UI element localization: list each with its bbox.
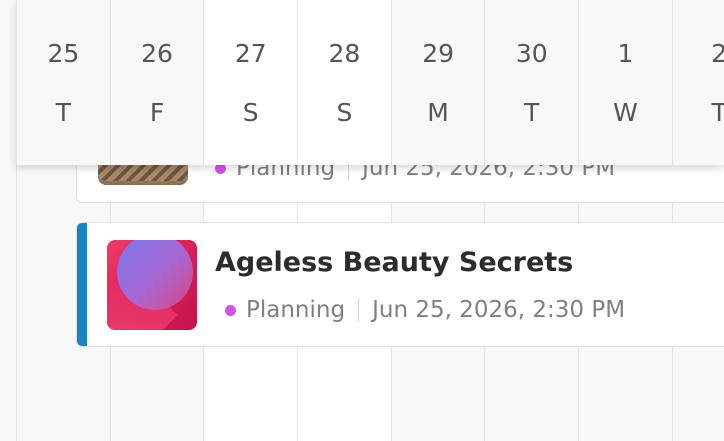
- weekday-letter: S: [336, 98, 353, 127]
- date-cell[interactable]: 30 T: [484, 0, 579, 165]
- weekday-letter: F: [149, 98, 165, 127]
- date-cell[interactable]: 1 W: [578, 0, 672, 165]
- event-meta: Planning Jun 25, 2026, 2:30 PM: [225, 297, 625, 323]
- event-card[interactable]: Ageless Beauty Secrets Planning Jun 25, …: [76, 222, 724, 347]
- weekday-letter: T: [711, 98, 724, 127]
- date-cell[interactable]: 29 M: [390, 0, 485, 165]
- date-cell[interactable]: 26 F: [109, 0, 204, 165]
- date-cell[interactable]: 2 T: [671, 0, 724, 165]
- date-number: 26: [141, 39, 173, 68]
- meta-divider: [358, 298, 360, 322]
- date-header: 25 T 26 F 27 S 28 S 29 M 30 T 1 W 2 T: [16, 0, 724, 165]
- date-number: 29: [422, 39, 454, 68]
- date-number: 28: [328, 39, 361, 68]
- weekday-letter: W: [613, 98, 638, 127]
- date-cell[interactable]: 25 T: [16, 0, 110, 165]
- thumbnail-image-detail: [98, 163, 188, 181]
- event-title[interactable]: Ageless Beauty Secrets: [215, 247, 573, 278]
- weekday-letter: S: [242, 98, 259, 127]
- date-number: 30: [515, 39, 548, 68]
- weekday-letter: M: [427, 98, 449, 127]
- weekday-letter: T: [55, 98, 71, 127]
- status-dot-icon: [225, 304, 236, 316]
- date-number: 25: [47, 39, 80, 68]
- date-number: 27: [234, 39, 267, 68]
- date-number: 1: [617, 39, 634, 68]
- thumbnail-shape: [117, 240, 193, 310]
- date-number: 2: [711, 39, 724, 68]
- event-status: Planning: [246, 297, 346, 323]
- event-thumbnail: [107, 240, 197, 330]
- event-accent-bar: [77, 223, 87, 346]
- weekday-letter: T: [524, 98, 540, 127]
- date-cell[interactable]: 27 S: [203, 0, 298, 165]
- calendar-timeline: Planning Jun 25, 2026, 2:30 PM Ageless B…: [0, 0, 724, 441]
- date-cell[interactable]: 28 S: [297, 0, 391, 165]
- event-datetime: Jun 25, 2026, 2:30 PM: [372, 297, 626, 323]
